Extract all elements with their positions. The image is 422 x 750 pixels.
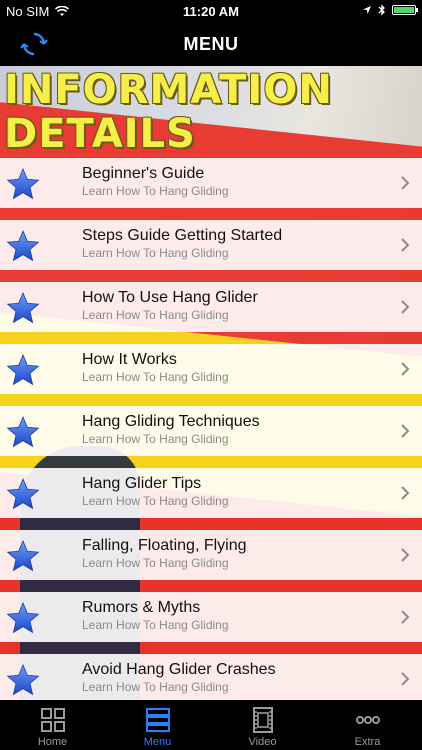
menu-item-subtitle: Learn How To Hang Gliding: [82, 680, 229, 694]
location-arrow-icon: [363, 6, 371, 14]
menu-list-item[interactable]: Avoid Hang Glider Crashes Learn How To Ha…: [0, 654, 422, 700]
headline-line2: DETAILS: [4, 111, 196, 157]
menu-item-subtitle: Learn How To Hang Gliding: [82, 246, 229, 260]
star-icon: [6, 663, 40, 696]
menu-item-title: Hang Glider Tips: [82, 475, 202, 492]
star-icon: [6, 477, 40, 510]
battery-icon: [392, 5, 418, 15]
status-right: [362, 4, 418, 16]
menu-item-title: Beginner's Guide: [82, 165, 205, 182]
menu-item-subtitle: Learn How To Hang Gliding: [82, 308, 229, 322]
menu-item-title: How It Works: [82, 351, 177, 368]
tab-bar: Home Menu Video Extra: [0, 700, 422, 750]
menu-list-item[interactable]: Rumors & Myths Learn How To Hang Gliding: [0, 592, 422, 642]
menu-item-subtitle: Learn How To Hang Gliding: [82, 618, 229, 632]
headline: INFORMATION DETAILS: [4, 68, 333, 156]
chevron-right-icon: [401, 238, 410, 252]
menu-item-subtitle: Learn How To Hang Gliding: [82, 370, 229, 384]
page-title: MENU: [183, 34, 239, 54]
status-bar: No SIM 11:20 AM: [0, 0, 422, 22]
chevron-right-icon: [401, 300, 410, 314]
menu-item-subtitle: Learn How To Hang Gliding: [82, 184, 229, 198]
tab-video[interactable]: Video: [210, 700, 315, 750]
tab-label: Home: [37, 736, 68, 748]
clock: 11:20 AM: [183, 4, 239, 19]
chevron-right-icon: [401, 610, 410, 624]
more-icon: [356, 716, 380, 724]
tab-label: Extra: [354, 736, 381, 748]
star-icon: [6, 291, 40, 324]
tab-menu[interactable]: Menu: [105, 700, 210, 750]
chevron-right-icon: [401, 362, 410, 376]
menu-list-item[interactable]: How It Works Learn How To Hang Gliding: [0, 344, 422, 394]
chevron-right-icon: [401, 176, 410, 190]
menu-item-title: Falling, Floating, Flying: [82, 537, 247, 554]
menu-list-item[interactable]: How To Use Hang Glider Learn How To Hang …: [0, 282, 422, 332]
menu-list-item[interactable]: Hang Glider Tips Learn How To Hang Glidin…: [0, 468, 422, 518]
menu-item-title: Avoid Hang Glider Crashes: [82, 661, 276, 678]
menu-item-subtitle: Learn How To Hang Gliding: [82, 432, 229, 446]
menu-item-title: Hang Gliding Techniques: [82, 413, 260, 430]
chevron-right-icon: [401, 672, 410, 686]
film-icon: [253, 707, 273, 733]
star-icon: [6, 539, 40, 572]
menu-list-item[interactable]: Beginner's Guide Learn How To Hang Glidin…: [0, 158, 422, 208]
chevron-right-icon: [401, 424, 410, 438]
menu-item-subtitle: Learn How To Hang Gliding: [82, 556, 229, 570]
menu-list-item[interactable]: Steps Guide Getting Started Learn How To …: [0, 220, 422, 270]
menu-item-title: Steps Guide Getting Started: [82, 227, 283, 244]
star-icon: [6, 167, 40, 200]
list-icon: [146, 708, 170, 732]
chevron-right-icon: [401, 486, 410, 500]
star-icon: [6, 601, 40, 634]
headline-line1: INFORMATION: [4, 67, 333, 113]
menu-list-item[interactable]: Hang Gliding Techniques Learn How To Hang…: [0, 406, 422, 456]
star-icon: [6, 229, 40, 262]
menu-item-title: How To Use Hang Glider: [82, 289, 258, 306]
star-icon: [6, 415, 40, 448]
tab-label: Menu: [143, 736, 172, 748]
menu-item-title: Rumors & Myths: [82, 599, 201, 616]
tab-home[interactable]: Home: [0, 700, 105, 750]
nav-bar: MENU: [0, 22, 422, 66]
chevron-right-icon: [401, 548, 410, 562]
tab-extra[interactable]: Extra: [315, 700, 420, 750]
menu-item-subtitle: Learn How To Hang Gliding: [82, 494, 229, 508]
menu-list-item[interactable]: Falling, Floating, Flying Learn How To Ha…: [0, 530, 422, 580]
grid-icon: [41, 708, 65, 732]
tab-label: Video: [248, 736, 277, 748]
bluetooth-icon: [378, 4, 385, 16]
star-icon: [6, 353, 40, 386]
menu-content[interactable]: INFORMATION DETAILS Beginner's Guide Lear…: [0, 66, 422, 700]
